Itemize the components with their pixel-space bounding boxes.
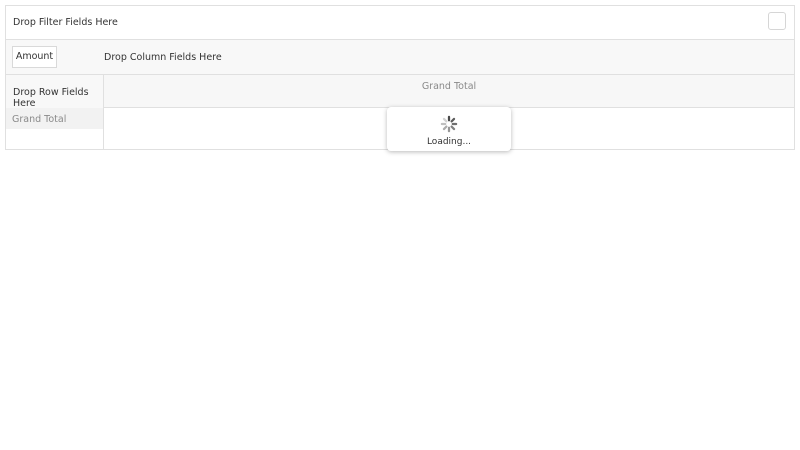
loading-indicator: Loading...: [387, 107, 511, 151]
column-header-cell: Grand Total: [103, 75, 794, 108]
spinner-icon: [440, 115, 458, 133]
field-list-button[interactable]: [768, 12, 786, 30]
value-field-chip[interactable]: Amount: [12, 46, 57, 68]
filter-drop-label: Drop Filter Fields Here: [13, 17, 118, 28]
row-drop-area[interactable]: Drop Row Fields Here: [6, 75, 104, 109]
row-grand-total-label: Grand Total: [12, 114, 67, 125]
values-column-drop-area[interactable]: Amount Drop Column Fields Here: [6, 40, 794, 75]
row-header-blank: [6, 129, 104, 149]
loading-text: Loading...: [426, 137, 472, 147]
filter-drop-area[interactable]: Drop Filter Fields Here: [6, 6, 794, 40]
column-drop-label: Drop Column Fields Here: [104, 52, 222, 63]
row-header-cell: Grand Total: [6, 108, 104, 129]
column-grand-total-label: Grand Total: [421, 81, 477, 92]
row-drop-label: Drop Row Fields Here: [13, 87, 89, 109]
